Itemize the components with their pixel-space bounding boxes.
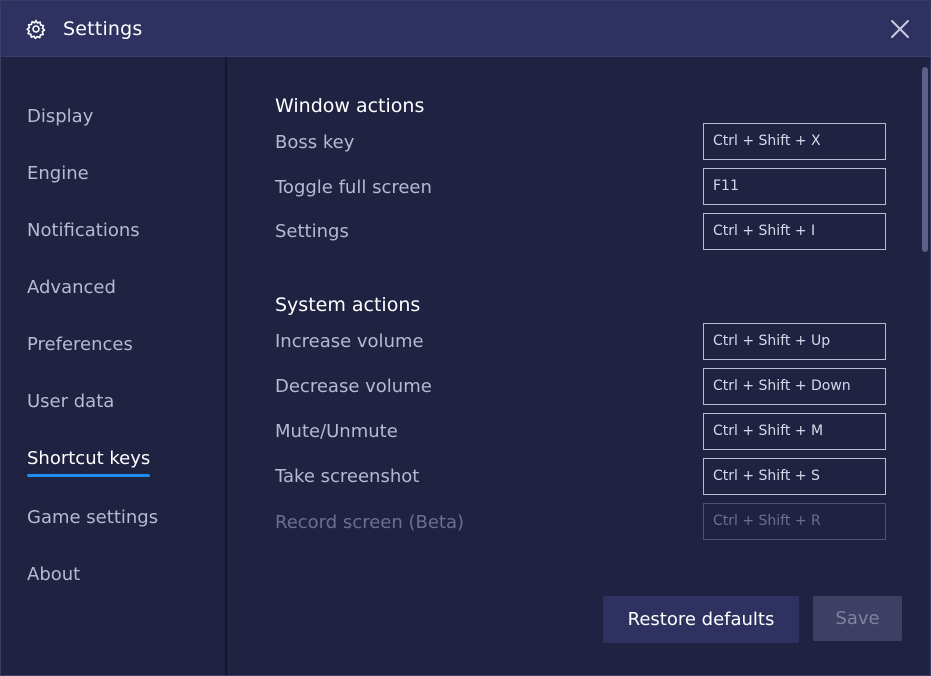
toggle-full-screen-field[interactable]: F11 <box>703 168 886 205</box>
shortcut-keys-panel: Window actions Boss key Ctrl + Shift + X… <box>229 57 930 675</box>
window-actions-heading: Window actions <box>275 95 425 117</box>
decrease-volume-label: Decrease volume <box>275 376 432 397</box>
title-bar: Settings <box>1 1 930 57</box>
sidebar-item-user-data[interactable]: User data <box>27 391 114 412</box>
save-button[interactable]: Save <box>813 596 902 641</box>
scrollbar[interactable] <box>922 67 928 252</box>
mute-unmute-label: Mute/Unmute <box>275 421 398 442</box>
toggle-full-screen-label: Toggle full screen <box>275 177 432 198</box>
gear-icon <box>26 19 46 39</box>
settings-shortcut-label: Settings <box>275 221 349 242</box>
mute-unmute-field[interactable]: Ctrl + Shift + M <box>703 413 886 450</box>
settings-sidebar: Display Engine Notifications Advanced Pr… <box>1 57 227 675</box>
sidebar-item-shortcut-keys[interactable]: Shortcut keys <box>27 448 151 477</box>
sidebar-item-engine[interactable]: Engine <box>27 163 89 184</box>
window-title: Settings <box>63 18 143 40</box>
close-icon[interactable] <box>888 17 912 41</box>
decrease-volume-field[interactable]: Ctrl + Shift + Down <box>703 368 886 405</box>
active-tab-indicator <box>27 474 151 477</box>
sidebar-item-label: Shortcut keys <box>27 448 151 469</box>
restore-defaults-button[interactable]: Restore defaults <box>603 596 799 643</box>
take-screenshot-field[interactable]: Ctrl + Shift + S <box>703 458 886 495</box>
system-actions-heading: System actions <box>275 294 421 316</box>
settings-window: Settings Display Engine Notifications Ad… <box>0 0 931 676</box>
settings-shortcut-field[interactable]: Ctrl + Shift + I <box>703 213 886 250</box>
sidebar-item-game-settings[interactable]: Game settings <box>27 507 158 528</box>
increase-volume-label: Increase volume <box>275 331 424 352</box>
take-screenshot-label: Take screenshot <box>275 466 420 487</box>
sidebar-item-advanced[interactable]: Advanced <box>27 277 116 298</box>
sidebar-item-preferences[interactable]: Preferences <box>27 334 133 355</box>
sidebar-item-notifications[interactable]: Notifications <box>27 220 140 241</box>
sidebar-item-about[interactable]: About <box>27 564 80 585</box>
boss-key-field[interactable]: Ctrl + Shift + X <box>703 123 886 160</box>
record-screen-field[interactable]: Ctrl + Shift + R <box>703 503 886 540</box>
sidebar-item-display[interactable]: Display <box>27 106 93 127</box>
increase-volume-field[interactable]: Ctrl + Shift + Up <box>703 323 886 360</box>
record-screen-label: Record screen (Beta) <box>275 512 465 533</box>
boss-key-label: Boss key <box>275 132 355 153</box>
